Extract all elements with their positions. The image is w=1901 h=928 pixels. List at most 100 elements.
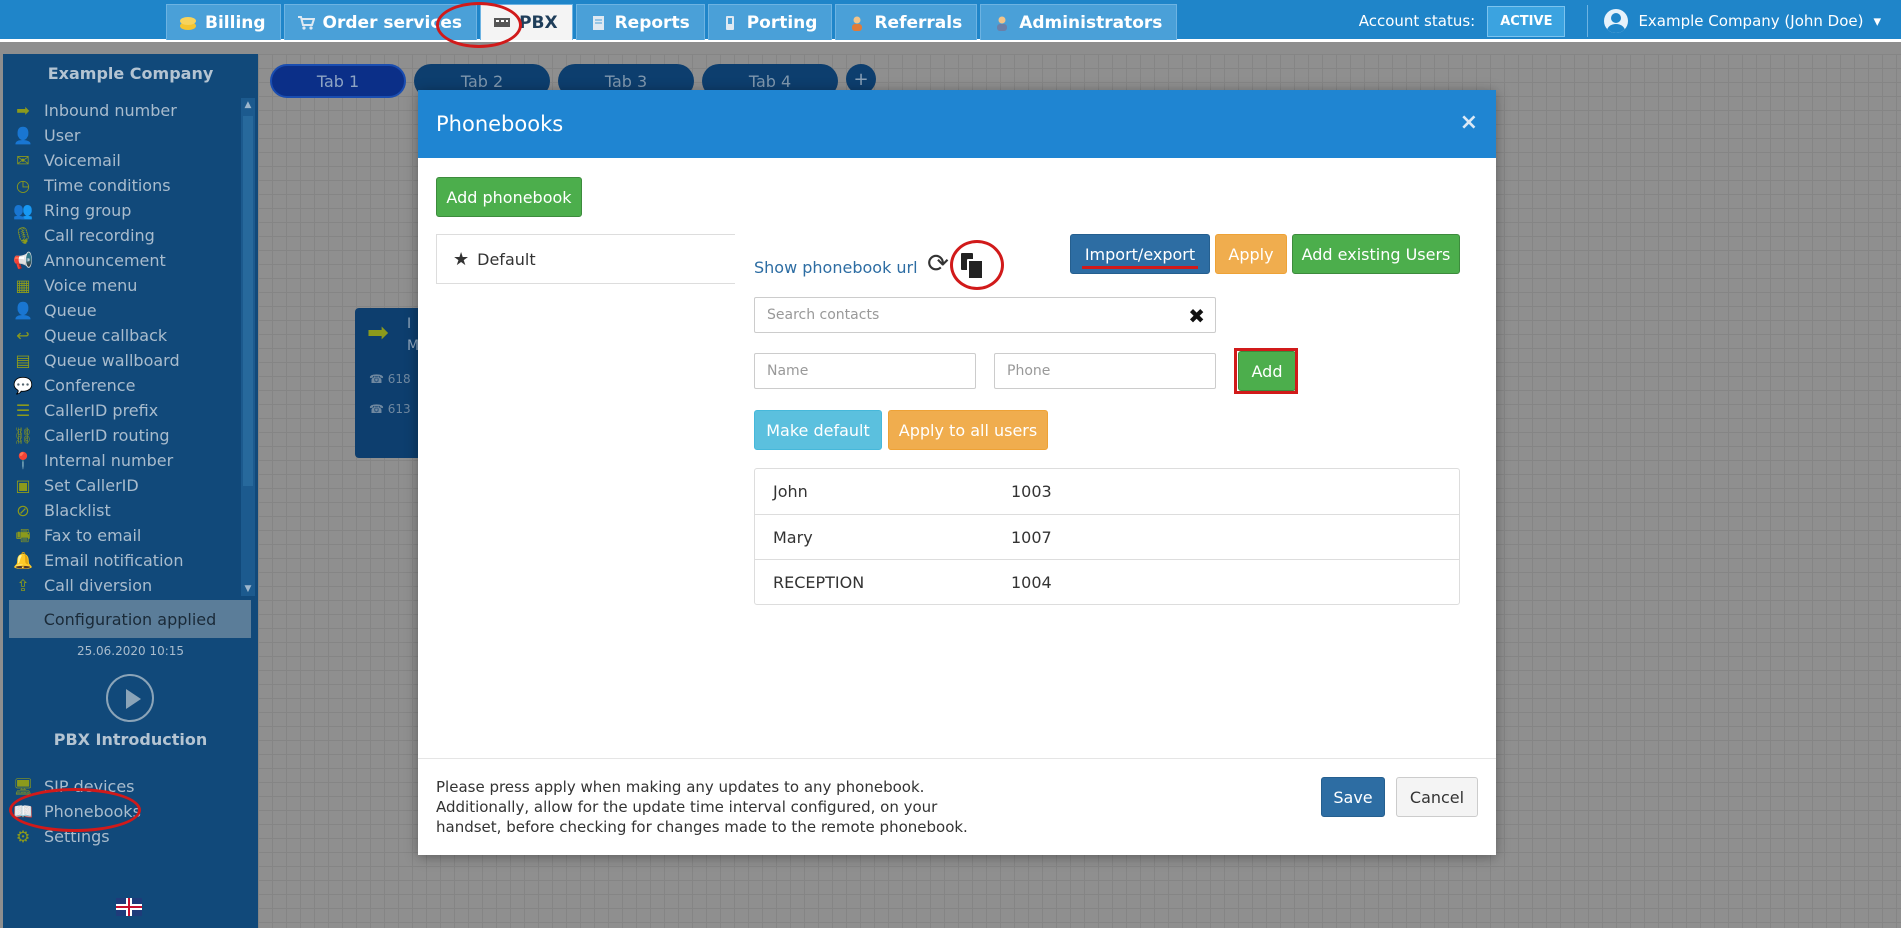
annotation-circle-phonebooks (9, 788, 141, 832)
clear-icon[interactable]: ✖ (1188, 304, 1205, 328)
phonebook-list: ★ Default (436, 234, 735, 284)
tab-referrals[interactable]: Referrals (835, 4, 978, 40)
scrollbar-thumb[interactable] (243, 116, 253, 486)
sidebar-item-fax-to-email[interactable]: 🖷 Fax to email (3, 523, 241, 548)
table-row[interactable]: Mary 1007 (755, 514, 1459, 559)
tab-reports[interactable]: Reports (575, 4, 705, 40)
tab-administrators[interactable]: Administrators (980, 4, 1178, 40)
node-line-1: ☎ 618 (369, 372, 411, 386)
cart-icon (297, 15, 315, 31)
sidebar-item-callerid-prefix[interactable]: ☰ CallerID prefix (3, 398, 241, 423)
close-icon[interactable]: × (1460, 110, 1478, 135)
sidebar-item-label: Queue wallboard (44, 351, 180, 370)
admin-icon (993, 15, 1011, 31)
sidebar-item-announcement[interactable]: 📢 Announcement (3, 248, 241, 273)
tab-porting[interactable]: Porting (707, 4, 833, 40)
phone-field[interactable]: Phone (994, 353, 1216, 389)
add-phonebook-button[interactable]: Add phonebook (436, 177, 582, 217)
chevron-down-icon: ▾ (1873, 12, 1881, 30)
sidebar-item-call-recording[interactable]: 🎙 Call recording (3, 223, 241, 248)
canvas-tab-1[interactable]: Tab 1 (270, 64, 406, 98)
tab-label: Billing (205, 12, 266, 33)
gear-icon: ⚙ (15, 826, 31, 846)
contact-name: Mary (773, 527, 813, 547)
reply-icon: ↩ (16, 325, 30, 345)
main-tabs: Billing Order services PBX Reports Porti… (166, 4, 1178, 42)
id-card-icon: ▣ (15, 475, 31, 495)
sidebar-item-queue-wallboard[interactable]: ▤ Queue wallboard (3, 348, 241, 373)
scroll-down-icon[interactable]: ▼ (241, 582, 255, 596)
ban-icon: ⊘ (16, 500, 30, 520)
search-placeholder: Search contacts (767, 307, 880, 323)
sidebar-item-voice-menu[interactable]: ▦ Voice menu (3, 273, 241, 298)
add-existing-users-button[interactable]: Add existing Users (1292, 234, 1460, 274)
annotation-rect-add (1234, 348, 1298, 394)
users-icon: 👥 (13, 200, 33, 220)
sidebar-item-queue[interactable]: 👤 Queue (3, 298, 241, 323)
contact-phone: 1004 (1011, 572, 1052, 592)
node-title: I (407, 316, 412, 332)
sidebar-item-call-diversion[interactable]: ⇪ Call diversion (3, 573, 241, 598)
sidebar-item-label: Fax to email (44, 526, 142, 545)
sidebar-item-label: Email notification (44, 551, 184, 570)
sidebar-item-label: CallerID routing (44, 426, 170, 445)
sidebar-item-callerid-routing[interactable]: ⛓ CallerID routing (3, 423, 241, 448)
table-row[interactable]: RECEPTION 1004 (755, 559, 1459, 604)
tab-billing[interactable]: Billing (166, 4, 281, 40)
company-name: Example Company (47, 64, 214, 83)
tab-label: Reports (614, 12, 690, 33)
node-line-value: 618 (387, 372, 411, 386)
sidebar-scrollbar[interactable]: ▲ ▼ (241, 98, 255, 596)
configuration-status-button[interactable]: Configuration applied (9, 600, 251, 638)
make-default-button[interactable]: Make default (754, 410, 882, 450)
show-phonebook-url-link[interactable]: Show phonebook url (754, 258, 918, 277)
notebook-icon (589, 15, 607, 31)
save-button[interactable]: Save (1321, 777, 1385, 817)
sidebar-item-inbound-number[interactable]: ➡ Inbound number (3, 98, 241, 123)
cancel-button[interactable]: Cancel (1396, 777, 1478, 817)
sidebar-item-internal-number[interactable]: 📍 Internal number (3, 448, 241, 473)
sidebar-item-label: CallerID prefix (44, 401, 159, 420)
search-input[interactable]: Search contacts ✖ (754, 297, 1216, 333)
upload-icon: ⇪ (16, 575, 30, 595)
table-row[interactable]: John 1003 (755, 469, 1459, 514)
apply-button[interactable]: Apply (1215, 234, 1287, 274)
microphone-icon: 🎙 (13, 225, 34, 245)
sidebar-item-label: Inbound number (44, 101, 177, 120)
uk-flag-icon[interactable] (116, 898, 142, 916)
sidebar-item-blacklist[interactable]: ⊘ Blacklist (3, 498, 241, 523)
list-icon: ☰ (15, 400, 31, 420)
envelope-icon: ✉ (16, 150, 30, 170)
apply-to-all-users-button[interactable]: Apply to all users (888, 410, 1048, 450)
pbx-introduction-label[interactable]: PBX Introduction (3, 730, 258, 749)
arrow-right-icon: ➡ (16, 100, 30, 120)
user-menu[interactable]: Example Company (John Doe) ▾ (1587, 5, 1901, 37)
name-field[interactable]: Name (754, 353, 976, 389)
sidebar-item-voicemail[interactable]: ✉ Voicemail (3, 148, 241, 173)
sidebar-item-conference[interactable]: 💬 Conference (3, 373, 241, 398)
pbx-node[interactable]: ➡ I M ☎ 618 ☎ 613 (355, 308, 425, 458)
contacts-table: John 1003 Mary 1007 RECEPTION 1004 (754, 468, 1460, 605)
phonebook-item-default[interactable]: ★ Default (437, 235, 735, 283)
modal-header: Phonebooks × (418, 90, 1496, 158)
sidebar-item-email-notification[interactable]: 🔔 Email notification (3, 548, 241, 573)
user-icon: 👤 (13, 125, 33, 145)
sidebar-item-label: Set CallerID (44, 476, 139, 495)
coins-icon (179, 15, 197, 31)
refresh-icon[interactable]: ⟳ (924, 250, 952, 278)
sidebar-item-label: Queue (44, 301, 97, 320)
sidebar-item-ring-group[interactable]: 👥 Ring group (3, 198, 241, 223)
play-icon[interactable] (106, 674, 154, 722)
sidebar-item-set-callerid[interactable]: ▣ Set CallerID (3, 473, 241, 498)
sidebar-item-time-conditions[interactable]: ◷ Time conditions (3, 173, 241, 198)
contact-phone: 1003 (1011, 482, 1052, 501)
top-navigation-bar: Billing Order services PBX Reports Porti… (0, 0, 1901, 42)
tab-label: Referrals (874, 12, 963, 33)
sidebar-item-user[interactable]: 👤 User (3, 123, 241, 148)
name-placeholder: Name (767, 363, 809, 379)
sidebar-item-label: Voicemail (44, 151, 121, 170)
star-icon: ★ (453, 248, 470, 270)
modal-footer: Please press apply when making any updat… (418, 758, 1496, 855)
scroll-up-icon[interactable]: ▲ (241, 98, 255, 112)
sidebar-item-queue-callback[interactable]: ↩ Queue callback (3, 323, 241, 348)
